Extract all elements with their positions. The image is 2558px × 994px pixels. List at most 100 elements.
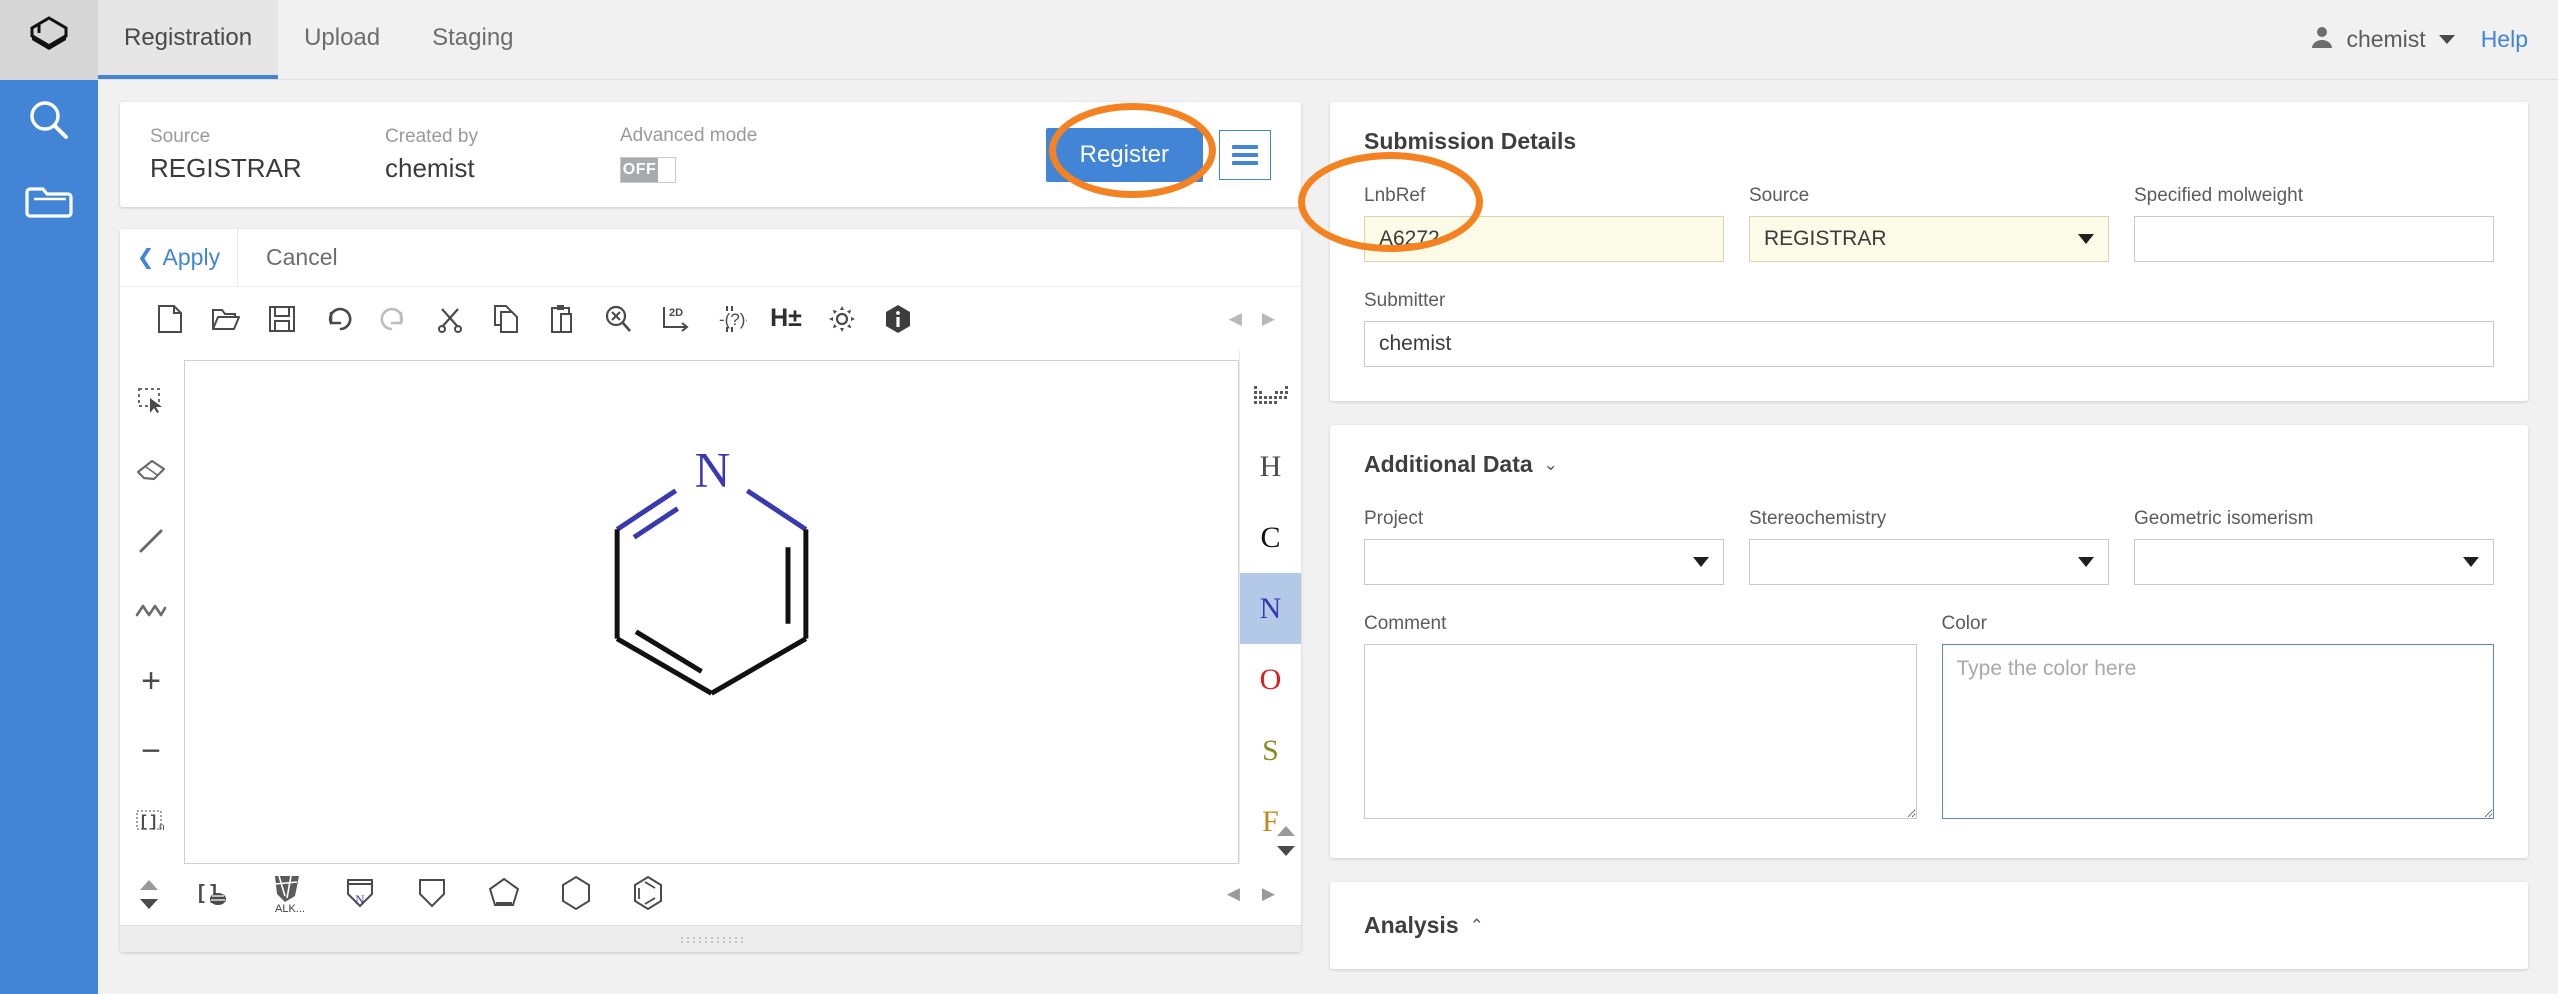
top-bar: Registration Upload Staging chemist Help xyxy=(98,0,2558,80)
search-icon xyxy=(24,95,74,145)
meta-source-value: REGISTRAR xyxy=(150,152,302,183)
zoom-clear-icon[interactable] xyxy=(590,291,646,347)
svg-text:-(?)-: -(?)- xyxy=(719,310,747,329)
meta-source: Source REGISTRAR xyxy=(150,126,385,183)
charge-minus-icon[interactable]: − xyxy=(123,716,179,786)
editor-resize-bar[interactable] xyxy=(120,924,1301,952)
meta-created-by-value: chemist xyxy=(385,152,475,183)
single-bond-icon[interactable] xyxy=(123,506,179,576)
help-link[interactable]: Help xyxy=(2481,26,2528,53)
tab-staging[interactable]: Staging xyxy=(406,0,539,79)
undo-icon[interactable] xyxy=(310,291,366,347)
tab-upload[interactable]: Upload xyxy=(278,0,406,79)
save-floppy-icon[interactable] xyxy=(254,291,310,347)
scissors-cut-icon[interactable] xyxy=(422,291,478,347)
apply-button[interactable]: ❮ Apply xyxy=(120,229,238,287)
template-next-icon[interactable]: ▶ xyxy=(1262,884,1275,904)
paste-icon[interactable] xyxy=(534,291,590,347)
periodic-table-icon[interactable] xyxy=(1240,360,1302,431)
color-textarea[interactable] xyxy=(1941,644,2494,819)
structure-editor-card: ❮ Apply Cancel 2D -(?) H± ◀ ▶ + − [] n … xyxy=(120,229,1301,952)
stereochemistry-select[interactable] xyxy=(1749,539,2109,585)
user-menu[interactable]: chemist xyxy=(2309,24,2455,56)
template-pager: ◀ ▶ xyxy=(1227,884,1301,904)
additional-row-2: Comment Color xyxy=(1364,613,2494,824)
additional-data-header[interactable]: Additional Data ⌄ xyxy=(1364,451,2494,478)
eraser-icon[interactable] xyxy=(123,436,179,506)
analysis-header[interactable]: Analysis ⌃ xyxy=(1364,912,2494,939)
meta-actions: Register xyxy=(1045,127,1271,182)
chain-icon[interactable] xyxy=(123,576,179,646)
submitter-label: Submitter xyxy=(1364,290,1446,311)
rail-item-browse[interactable] xyxy=(0,160,98,240)
meta-advanced-mode-label: Advanced mode xyxy=(620,125,758,147)
rail-item-search[interactable] xyxy=(0,80,98,160)
cancel-button[interactable]: Cancel xyxy=(238,229,366,286)
template-prev-icon[interactable]: ◀ xyxy=(1227,884,1240,904)
toolbar-prev-icon[interactable]: ◀ xyxy=(1229,309,1242,329)
redo-icon[interactable] xyxy=(366,291,422,347)
tab-registration[interactable]: Registration xyxy=(98,0,279,79)
cyclopentadiene-icon[interactable] xyxy=(468,866,540,922)
element-button-o[interactable]: O xyxy=(1240,644,1302,715)
bracket-group-icon[interactable]: [ ] xyxy=(180,866,252,922)
register-options-button[interactable] xyxy=(1219,129,1271,180)
palette-scroll-up-icon[interactable] xyxy=(1277,825,1295,836)
alk-template-icon[interactable]: ALK... xyxy=(252,866,324,922)
field-source: Source REGISTRAR xyxy=(1749,185,2109,262)
palette-scroll-down-icon[interactable] xyxy=(1277,845,1295,856)
hydrogen-plusminus-icon[interactable]: H± xyxy=(758,291,814,347)
drag-handle-icon[interactable] xyxy=(678,935,743,943)
template-scroll-up-icon[interactable] xyxy=(140,879,158,890)
select-rectangle-icon[interactable] xyxy=(123,366,179,436)
top-bar-right: chemist Help xyxy=(2309,0,2558,79)
advanced-mode-toggle[interactable]: OFF xyxy=(620,156,676,183)
clean-2d-icon[interactable]: 2D xyxy=(646,291,702,347)
geometric-isomerism-label: Geometric isomerism xyxy=(2134,508,2314,529)
template-rail: [ ] ALK... N ◀ ▶ xyxy=(120,864,1301,925)
copy-icon[interactable] xyxy=(478,291,534,347)
source-select[interactable]: REGISTRAR xyxy=(1749,216,2109,262)
cyclohexane-icon[interactable] xyxy=(540,866,612,922)
element-button-h[interactable]: H xyxy=(1240,431,1302,502)
comment-textarea[interactable] xyxy=(1364,644,1917,819)
structure-canvas[interactable]: N xyxy=(184,360,1239,864)
element-button-s[interactable]: S xyxy=(1240,715,1302,786)
chevron-up-icon: ⌃ xyxy=(1469,915,1484,935)
repeating-unit-icon[interactable]: [ ] n xyxy=(123,786,179,856)
benzene-icon[interactable] xyxy=(612,866,684,922)
cyclopentane-icon[interactable] xyxy=(396,866,468,922)
tab-registration-label: Registration xyxy=(124,23,253,51)
molweight-input[interactable] xyxy=(2134,216,2494,262)
submitter-input[interactable] xyxy=(1364,321,2494,367)
user-name-label: chemist xyxy=(2346,26,2426,52)
cube-hexagon-logo-icon xyxy=(25,14,73,67)
project-select[interactable] xyxy=(1364,539,1724,585)
right-column: Submission Details LnbRef Source REGISTR… xyxy=(1330,80,2558,994)
toolbar-next-icon[interactable]: ▶ xyxy=(1262,309,1275,329)
svg-text:2D: 2D xyxy=(669,307,683,319)
geometric-isomerism-select[interactable] xyxy=(2134,539,2494,585)
comment-label: Comment xyxy=(1364,613,1447,634)
cyclopentadiene-n-icon[interactable]: N xyxy=(324,866,396,922)
register-button[interactable]: Register xyxy=(1045,127,1203,182)
element-button-c[interactable]: C xyxy=(1240,502,1302,573)
charge-plus-icon[interactable]: + xyxy=(123,646,179,716)
open-folder-icon[interactable] xyxy=(198,291,254,347)
chevron-down-icon xyxy=(1693,557,1709,567)
source-label: Source xyxy=(1749,185,1810,206)
additional-data-title: Additional Data xyxy=(1364,451,1533,477)
additional-row-1: Project Stereochemistry Geometric isomer… xyxy=(1364,508,2494,585)
chevron-down-icon xyxy=(2078,557,2094,567)
folder-icon xyxy=(24,175,74,225)
gear-icon[interactable] xyxy=(814,291,870,347)
field-geometric-isomerism: Geometric isomerism xyxy=(2134,508,2494,585)
query-atom-icon[interactable]: -(?)- xyxy=(702,291,758,347)
element-button-n[interactable]: N xyxy=(1239,573,1301,645)
app-logo[interactable] xyxy=(0,0,98,80)
info-hexagon-icon[interactable] xyxy=(870,291,926,347)
lnbref-input[interactable] xyxy=(1364,216,1724,262)
template-scroll-down-icon[interactable] xyxy=(140,898,158,909)
editor-tool-rail: + − [ ] n xyxy=(120,350,182,864)
new-file-icon[interactable] xyxy=(142,291,198,347)
